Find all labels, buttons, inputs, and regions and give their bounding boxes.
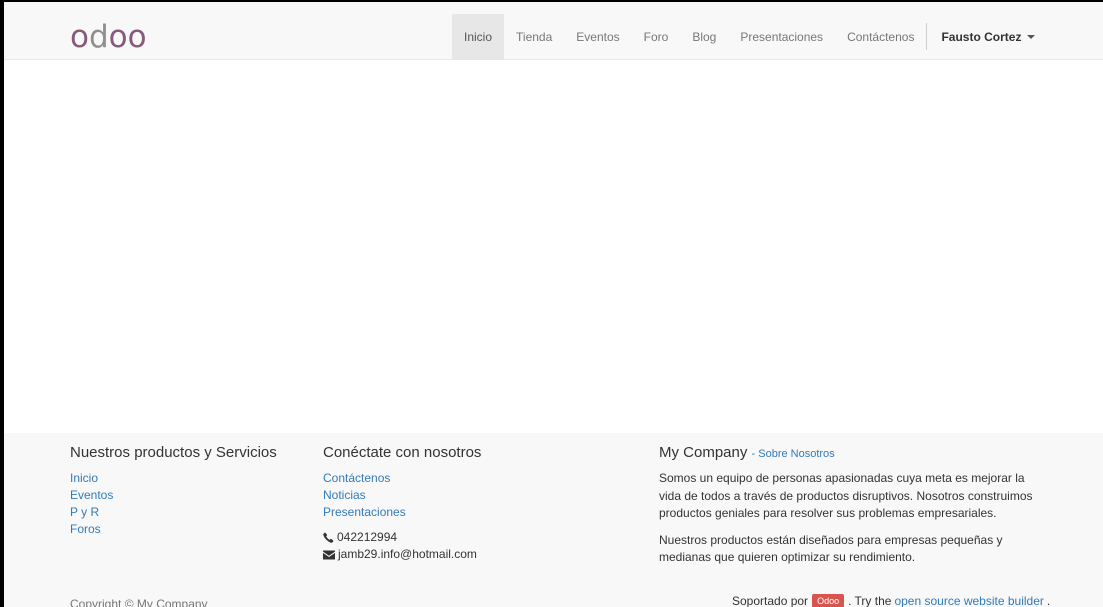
copyright-text: Copyright © My Company <box>70 597 208 607</box>
odoo-badge[interactable]: Odoo <box>812 594 845 607</box>
nav-item-contactenos[interactable]: Contáctenos <box>835 14 926 60</box>
odoo-logo[interactable]: odoo <box>70 22 147 53</box>
caret-down-icon <box>1027 35 1036 39</box>
user-menu[interactable]: Fausto Cortez <box>933 14 1045 60</box>
phone-row: 042212994 <box>323 529 481 546</box>
footer-link-contactenos[interactable]: Contáctenos <box>323 470 481 487</box>
footer-link-presentaciones[interactable]: Presentaciones <box>323 504 481 521</box>
main-nav: Inicio Tienda Eventos Foro Blog Presenta… <box>452 14 1045 60</box>
nav-divider <box>926 23 928 50</box>
top-navbar: odoo Inicio Tienda Eventos Foro Blog Pre… <box>4 2 1103 60</box>
about-paragraph-1: Somos un equipo de personas apasionadas … <box>659 471 1033 520</box>
footer-col-products: Nuestros productos y Servicios Inicio Ev… <box>70 444 277 538</box>
email-row: jamb29.info@hotmail.com <box>323 546 481 563</box>
powered-by: Soportado por Odoo . Try the open source… <box>732 594 1050 607</box>
footer-link-eventos[interactable]: Eventos <box>70 487 277 504</box>
nav-item-blog[interactable]: Blog <box>680 14 728 60</box>
footer-link-noticias[interactable]: Noticias <box>323 487 481 504</box>
nav-item-eventos[interactable]: Eventos <box>564 14 631 60</box>
footer-connect-title: Conéctate con nosotros <box>323 444 482 461</box>
email-address[interactable]: jamb29.info@hotmail.com <box>338 546 477 563</box>
user-name: Fausto Cortez <box>941 30 1022 44</box>
about-paragraph-2: Nuestros productos están diseñados para … <box>659 532 1003 565</box>
footer-link-pyr[interactable]: P y R <box>70 504 277 521</box>
phone-number: 042212994 <box>337 530 398 544</box>
nav-item-tienda[interactable]: Tienda <box>504 14 564 60</box>
footer: Nuestros productos y Servicios Inicio Ev… <box>4 433 1103 607</box>
nav-item-inicio[interactable]: Inicio <box>452 14 505 60</box>
powered-prefix: Soportado por <box>732 594 809 607</box>
phone-icon <box>323 532 334 543</box>
footer-products-title: Nuestros productos y Servicios <box>70 444 277 461</box>
company-name: My Company <box>659 444 748 461</box>
nav-item-presentaciones[interactable]: Presentaciones <box>728 14 835 60</box>
footer-link-foros[interactable]: Foros <box>70 521 277 538</box>
powered-middle: . Try the <box>848 594 892 607</box>
nav-item-foro[interactable]: Foro <box>632 14 681 60</box>
footer-col-connect: Conéctate con nosotros Contáctenos Notic… <box>323 444 481 563</box>
footer-link-inicio[interactable]: Inicio <box>70 470 277 487</box>
website-builder-link[interactable]: open source website builder <box>894 594 1043 607</box>
contact-info: 042212994 jamb29.info@hotmail.com <box>323 529 481 563</box>
footer-col-about: My Company - Sobre Nosotros Somos un equ… <box>659 444 1049 576</box>
envelope-icon <box>323 550 335 559</box>
footer-about-title: My Company - Sobre Nosotros <box>659 444 1049 461</box>
powered-suffix: . <box>1046 594 1051 607</box>
about-us-link[interactable]: - Sobre Nosotros <box>752 448 835 460</box>
